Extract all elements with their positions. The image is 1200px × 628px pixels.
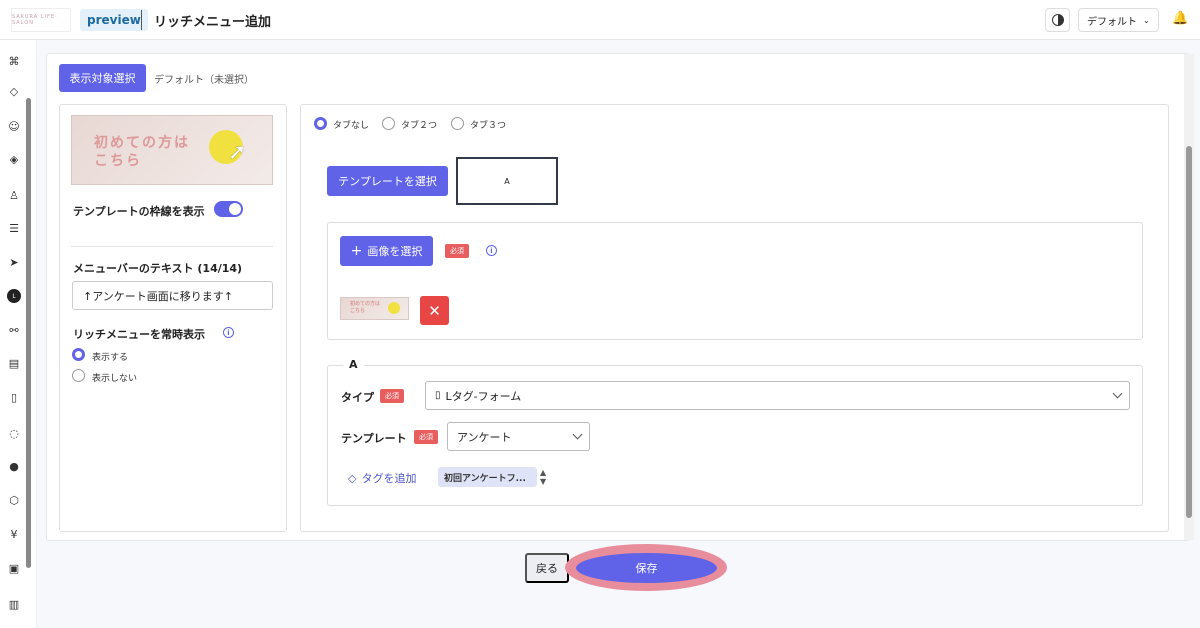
radio-tab-none[interactable]	[314, 117, 327, 130]
required-badge: 必須	[445, 244, 469, 258]
template-select-button[interactable]: テンプレートを選択	[327, 166, 448, 196]
menubar-text-input[interactable]: ↑アンケート画面に移ります↑	[72, 281, 273, 310]
image-select-button[interactable]: + 画像を選択	[340, 236, 433, 266]
tag-chip[interactable]: 初回アンケートフ...	[438, 467, 537, 487]
yen-icon[interactable]: ¥	[7, 527, 21, 541]
list-icon[interactable]: ☰	[7, 221, 21, 235]
info-icon[interactable]: i	[486, 245, 497, 256]
radio-show[interactable]	[72, 348, 85, 361]
display-select-value: デフォルト	[1087, 16, 1137, 28]
preview-badge: preview	[80, 9, 148, 31]
page-title: リッチメニュー追加	[154, 15, 272, 30]
info-icon[interactable]: i	[223, 327, 234, 338]
close-icon: ✕	[428, 301, 441, 320]
radio-tab-three[interactable]	[451, 117, 464, 130]
form-icon: ▯	[435, 390, 441, 401]
target-select-tab[interactable]: 表示対象選択	[59, 64, 146, 92]
thumbnail-text: 初めての方は こちら	[350, 301, 381, 314]
chevron-down-icon	[572, 429, 583, 440]
required-badge: 必須	[414, 430, 438, 444]
calendar-icon[interactable]: ▣	[7, 561, 21, 575]
save-button[interactable]: 保存	[576, 553, 717, 583]
divider	[71, 246, 273, 247]
chart-icon[interactable]: ▥	[7, 597, 21, 611]
area-a-label: A	[343, 358, 364, 371]
type-label: タイプ	[341, 391, 374, 404]
location-icon[interactable]: ●	[7, 459, 21, 473]
tag-icon: ◇	[348, 471, 357, 485]
user-icon[interactable]: ♙	[7, 188, 21, 202]
frame-toggle-label: テンプレートの枠線を表示	[73, 205, 205, 218]
chevron-down-icon: ⌄	[1143, 15, 1150, 25]
top-bar: SAKURA LIFE SALON preview リッチメニュー追加 デフォル…	[0, 0, 1200, 40]
required-badge: 必須	[380, 389, 404, 403]
contrast-icon	[1051, 14, 1064, 26]
template-select[interactable]: アンケート	[447, 422, 590, 451]
flow-icon[interactable]: ⚯	[7, 323, 21, 337]
main-scrollbar-thumb[interactable]	[1186, 146, 1192, 518]
menubar-text-label: メニューバーのテキスト (14/14)	[73, 262, 243, 275]
tab-three-label: タブ３つ	[470, 121, 507, 131]
add-tag-button[interactable]: ◇ タグを追加	[348, 470, 416, 486]
rich-menu-preview: 初めての方は こちら ➚	[71, 115, 273, 185]
sort-arrows-icon[interactable]: ▲ ▼	[540, 468, 546, 486]
document-icon[interactable]: ▯	[7, 390, 21, 404]
bell-icon[interactable]: 🔔	[1172, 11, 1188, 26]
display-select[interactable]: デフォルト ⌄	[1078, 8, 1159, 32]
box-icon[interactable]: ⬡	[7, 493, 21, 507]
chat-icon[interactable]: ◌	[7, 426, 21, 440]
default-status-text: デフォルト（未選択）	[154, 75, 254, 86]
back-button[interactable]: 戻る	[525, 553, 569, 583]
plus-icon: +	[350, 243, 363, 259]
theme-toggle-button[interactable]	[1045, 8, 1070, 32]
image-section	[327, 222, 1143, 340]
type-select[interactable]: ▯ Lタグ-フォーム	[425, 381, 1130, 410]
radio-hide[interactable]	[72, 369, 85, 382]
dashboard-icon[interactable]: ⌘	[7, 54, 21, 68]
line-icon[interactable]: L	[7, 289, 21, 303]
chevron-down-icon	[1112, 388, 1123, 399]
smile-icon[interactable]: ☺	[7, 119, 21, 133]
radio-hide-label: 表示しない	[92, 374, 138, 384]
radio-tab-two[interactable]	[382, 117, 395, 130]
logo[interactable]: SAKURA LIFE SALON	[11, 8, 71, 32]
selected-image-thumbnail: 初めての方は こちら	[340, 297, 409, 320]
ticket-icon[interactable]: ◈	[7, 152, 21, 166]
tab-none-label: タブなし	[333, 121, 370, 131]
tag-icon[interactable]: ◇	[7, 84, 21, 98]
template-label: テンプレート	[341, 432, 407, 445]
template-preview[interactable]: A	[456, 157, 558, 205]
form-icon[interactable]: ▤	[7, 356, 21, 370]
preview-text: 初めての方は こちら	[94, 135, 190, 169]
delete-image-button[interactable]: ✕	[420, 296, 449, 325]
frame-toggle[interactable]	[214, 201, 243, 217]
thumbnail-sun	[388, 302, 400, 314]
sidebar-scrollbar[interactable]	[26, 98, 31, 568]
send-icon[interactable]: ➤	[7, 255, 21, 269]
radio-show-label: 表示する	[92, 353, 129, 363]
sidebar: ⌘ ◇ ☺ ◈ ♙ ☰ ➤ L ⚯ ▤ ▯ ◌ ● ⬡ ¥ ▣ ▥	[0, 40, 37, 628]
tab-two-label: タブ２つ	[401, 121, 438, 131]
title-divider	[141, 10, 142, 30]
always-show-label: リッチメニューを常時表示	[73, 328, 205, 341]
cursor-icon: ➚	[228, 140, 247, 165]
